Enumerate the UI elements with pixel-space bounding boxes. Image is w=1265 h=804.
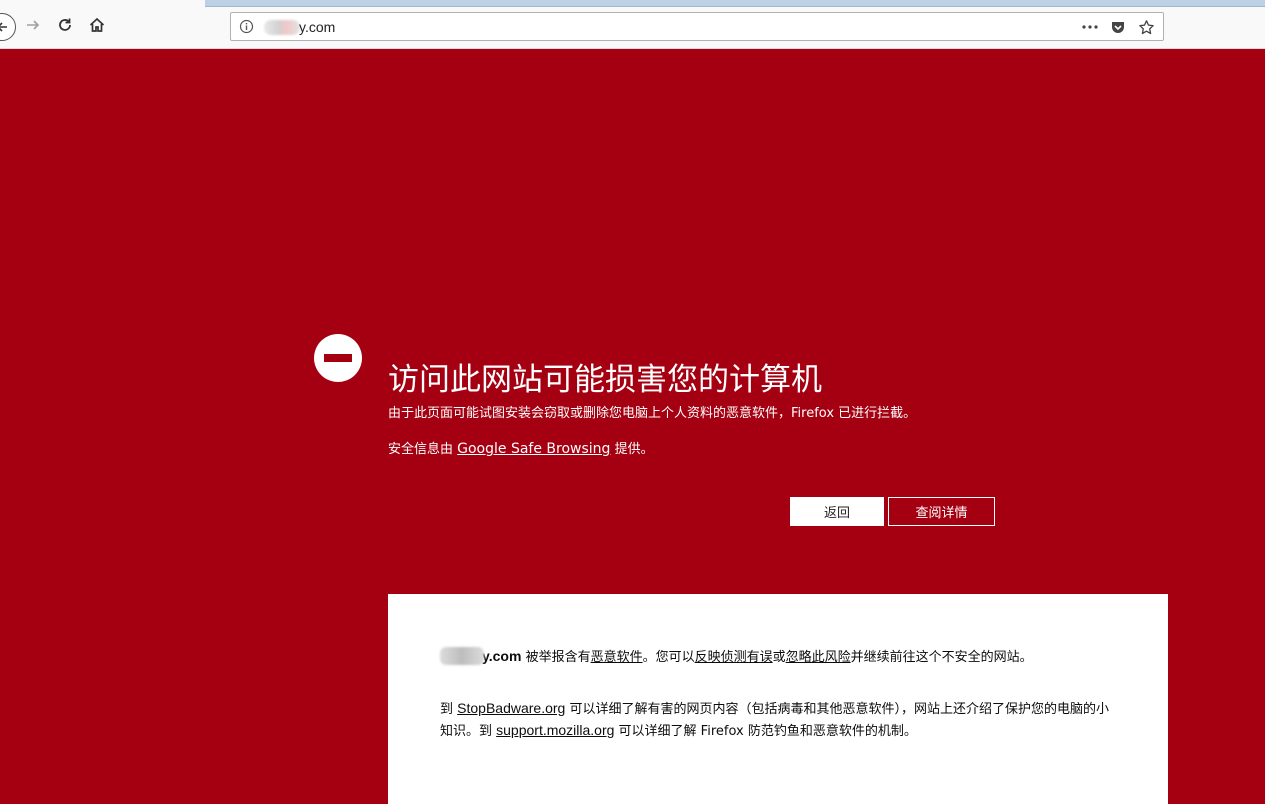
bookmark-star-icon[interactable] xyxy=(1137,18,1155,36)
advisory-prefix: 安全信息由 xyxy=(388,442,458,457)
browser-toolbar: y.com xyxy=(0,0,1265,49)
stop-sign-icon xyxy=(314,334,362,382)
details-text: 到 xyxy=(440,702,458,717)
forward-arrow-icon xyxy=(27,20,40,30)
stopbadware-link[interactable]: StopBadware.org xyxy=(457,700,565,716)
url-bar[interactable]: y.com xyxy=(230,12,1164,41)
warning-description: 由于此页面可能试图安装会窃取或删除您电脑上个人资料的恶意软件，Firefox 已… xyxy=(388,406,917,421)
details-paragraph-1: y.com 被举报含有恶意软件。您可以反映侦测有误或忽略此风险并继续前往这个不安… xyxy=(440,646,1116,668)
details-text: 。您可以 xyxy=(642,650,695,665)
page-actions-icon[interactable] xyxy=(1081,18,1099,36)
details-text: 可以详细了解 Firefox 防范钓鱼和恶意软件的机制。 xyxy=(614,724,917,739)
home-button[interactable] xyxy=(86,14,108,36)
advisory-line: 安全信息由 Google Safe Browsing 提供。 xyxy=(388,438,654,457)
forward-button[interactable] xyxy=(22,14,44,36)
see-details-button[interactable]: 查阅详情 xyxy=(888,497,995,526)
details-paragraph-2: 到 StopBadware.org 可以详细了解有害的网页内容（包括病毒和其他恶… xyxy=(440,698,1116,742)
reload-icon xyxy=(59,18,71,31)
details-text: 或 xyxy=(772,650,786,665)
details-text: 并继续前往这个不安全的网站。 xyxy=(850,650,1033,665)
support-mozilla-link[interactable]: support.mozilla.org xyxy=(496,722,614,738)
advisory-suffix: 提供。 xyxy=(610,442,654,457)
url-text[interactable]: y.com xyxy=(299,19,335,35)
site-name: y.com xyxy=(482,648,522,664)
tab-strip-edge xyxy=(205,0,1265,7)
malware-link[interactable]: 恶意软件 xyxy=(591,650,643,665)
reload-button[interactable] xyxy=(54,14,76,36)
details-panel: y.com 被举报含有恶意软件。您可以反映侦测有误或忽略此风险并继续前往这个不安… xyxy=(388,594,1168,804)
info-icon[interactable] xyxy=(239,19,254,34)
pocket-icon[interactable] xyxy=(1109,18,1127,36)
back-arrow-icon xyxy=(0,22,7,32)
ignore-risk-link[interactable]: 忽略此风险 xyxy=(786,650,851,665)
back-button[interactable] xyxy=(0,13,16,41)
report-detection-error-link[interactable]: 反映侦测有误 xyxy=(695,650,773,665)
url-redaction xyxy=(264,20,300,35)
home-icon xyxy=(89,17,105,32)
details-text: 被举报含有 xyxy=(521,650,591,665)
google-safe-browsing-link[interactable]: Google Safe Browsing xyxy=(457,441,610,457)
page-title: 访问此网站可能损害您的计算机 xyxy=(388,361,822,398)
go-back-button[interactable]: 返回 xyxy=(790,497,884,526)
url-actions xyxy=(1081,18,1155,36)
site-redaction xyxy=(440,647,484,665)
